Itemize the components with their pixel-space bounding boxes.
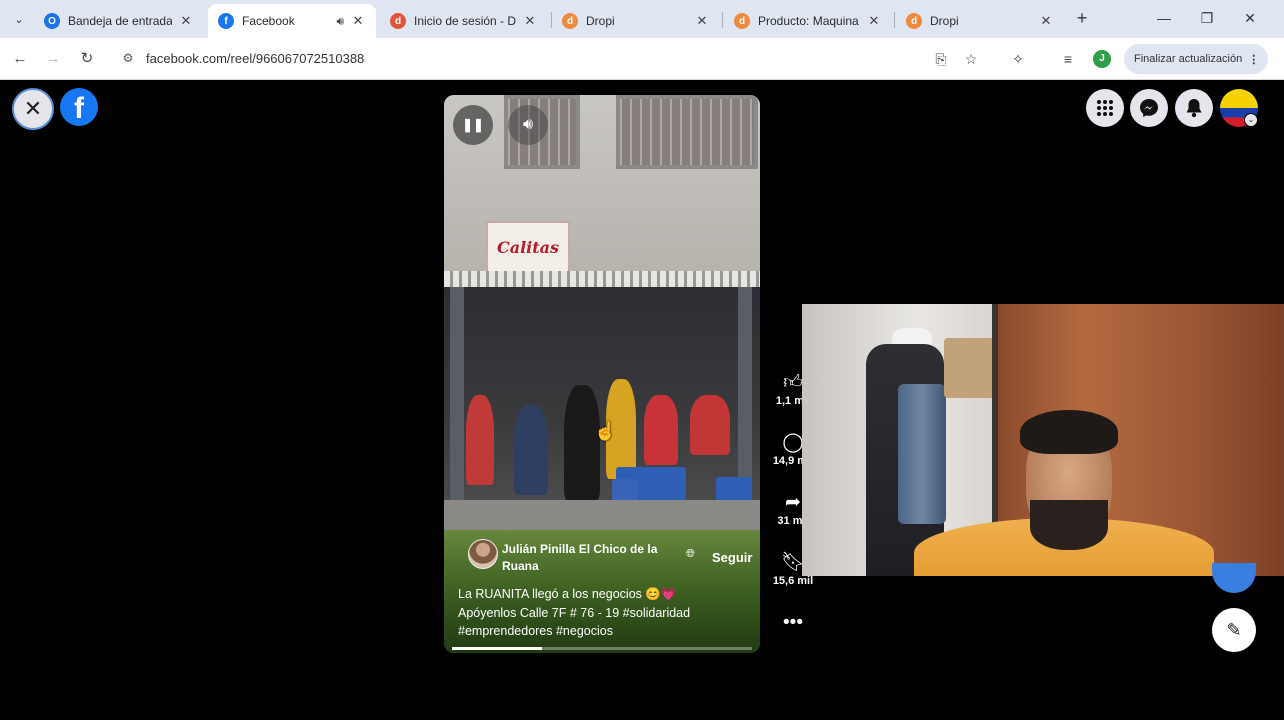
tab-facebook[interactable]: f Facebook 🔊︎ ✕ (208, 4, 376, 38)
caption-line[interactable]: #emprendedores #negocios (458, 622, 748, 641)
video-frame (738, 287, 752, 505)
caption-line: La RUANITA llegó a los negocios 😊💗 (458, 587, 677, 601)
video-frame (466, 395, 494, 485)
dropi-icon: d (734, 13, 750, 29)
reel-caption: La RUANITA llegó a los negocios 😊💗 Apóye… (458, 585, 748, 641)
globe-icon: 🌐︎ (686, 548, 695, 560)
video-frame (616, 95, 758, 169)
volume-button[interactable]: 🔊︎ (508, 105, 548, 145)
bookmark-star-icon[interactable]: ☆ (960, 48, 982, 70)
author-name[interactable]: Julián Pinilla El Chico de la Ruana (502, 541, 682, 575)
reload-button[interactable]: ↻ (76, 48, 98, 70)
tab-dropi-login[interactable]: d Inicio de sesión - Dro ✕ (380, 4, 548, 38)
update-button[interactable]: Finalizar actualización ⋮ (1124, 44, 1268, 74)
new-message-button[interactable]: ✎ (1212, 608, 1256, 652)
pause-icon: ❚❚ (462, 117, 484, 132)
video-progress-fill (452, 647, 542, 650)
create-button[interactable] (1212, 563, 1256, 593)
close-tab-icon[interactable]: ✕ (522, 13, 538, 29)
close-tab-icon[interactable]: ✕ (178, 13, 194, 29)
tab-separator (894, 12, 895, 28)
save-count: 15,6 mil (772, 575, 814, 587)
site-info-icon[interactable]: ⚙ (120, 51, 136, 67)
chevron-down-icon[interactable]: ⌄ (1244, 113, 1258, 127)
video-frame (444, 271, 760, 287)
shop-sign: Calitas (486, 221, 570, 273)
notifications-button[interactable] (1175, 89, 1213, 127)
speaker-icon[interactable]: 🔊︎ (336, 14, 344, 29)
url-text[interactable]: facebook.com/reel/966067072510388 (146, 51, 364, 66)
video-frame (564, 385, 600, 501)
messenger-button[interactable] (1130, 89, 1168, 127)
messenger-icon (1140, 99, 1158, 117)
close-icon: ✕ (23, 96, 43, 121)
install-app-icon[interactable]: ⎘ (930, 48, 952, 70)
video-progress-bar[interactable] (452, 647, 752, 650)
browser-toolbar: ← → ↻ ⚙ facebook.com/reel/96606707251038… (0, 38, 1284, 80)
dropi-icon: d (906, 13, 922, 29)
close-reel-button[interactable]: ✕ (12, 88, 54, 130)
restore-button[interactable]: ❐ (1195, 8, 1219, 28)
video-frame (644, 395, 678, 465)
caption-line: Apóyenlos Calle 7F # 76 - 19 #solidarida… (458, 605, 691, 620)
tab-search-button[interactable]: ⌄ (8, 8, 30, 30)
more-options-button[interactable]: ••• (770, 611, 816, 635)
close-tab-icon[interactable]: ✕ (694, 13, 710, 29)
close-tab-icon[interactable]: ✕ (350, 13, 366, 29)
author-avatar[interactable] (468, 539, 498, 569)
more-icon: ••• (783, 612, 803, 633)
reel-video[interactable]: Calitas ❚❚ 🔊︎ Julián Pinilla El Chico de… (444, 95, 760, 653)
new-tab-button[interactable]: + (1072, 8, 1092, 28)
dropi-icon: d (390, 13, 406, 29)
speaker-icon: 🔊︎ (522, 116, 534, 133)
profile-avatar[interactable]: J (1093, 50, 1111, 68)
pause-button[interactable]: ❚❚ (453, 105, 493, 145)
tab-separator (722, 12, 723, 28)
facebook-icon: f (218, 13, 234, 29)
close-window-button[interactable]: ✕ (1238, 8, 1262, 28)
webcam-frame (898, 384, 946, 524)
chevron-down-icon: ⌄ (14, 13, 24, 26)
address-bar[interactable]: ⚙ facebook.com/reel/966067072510388 (112, 43, 992, 75)
tab-dropi[interactable]: d Dropi ✕ (552, 4, 720, 38)
close-tab-icon[interactable]: ✕ (1038, 13, 1054, 29)
tab-outlook[interactable]: O Bandeja de entrada: J ✕ (34, 4, 204, 38)
mouse-cursor-icon: ☝ (594, 421, 617, 441)
extensions-icon[interactable]: ✧ (1007, 48, 1029, 70)
follow-button[interactable]: Seguir (712, 550, 752, 565)
edit-icon: ✎ (1226, 619, 1242, 640)
reel-viewer: ✕ f ⌄ Calitas ❚❚ 🔊︎ Julián Pinilla El Ch… (0, 81, 1284, 720)
tab-strip: ⌄ O Bandeja de entrada: J ✕ f Facebook 🔊… (0, 0, 1284, 38)
tab-producto[interactable]: d Producto: Maquina P ✕ (724, 4, 892, 38)
bell-icon (1186, 99, 1202, 118)
more-menu-icon: ⋮ (1248, 53, 1260, 66)
webcam-frame (1030, 500, 1108, 550)
video-frame (690, 395, 730, 455)
facebook-logo[interactable]: f (60, 88, 98, 126)
video-frame (514, 405, 548, 495)
dropi-icon: d (562, 13, 578, 29)
webcam-frame (1020, 410, 1118, 454)
media-control-icon[interactable]: ≡ (1057, 48, 1079, 70)
tab-dropi-2[interactable]: d Dropi ✕ (896, 4, 1064, 38)
video-frame (450, 287, 464, 505)
back-button[interactable]: ← (9, 48, 31, 70)
outlook-icon: O (44, 13, 60, 29)
minimize-button[interactable]: — (1152, 8, 1176, 28)
webcam-frame (944, 338, 994, 398)
forward-button[interactable]: → (42, 48, 64, 70)
grid-icon (1097, 100, 1113, 116)
webcam-overlay (802, 304, 1284, 576)
close-tab-icon[interactable]: ✕ (866, 13, 882, 29)
menu-grid-button[interactable] (1086, 89, 1124, 127)
